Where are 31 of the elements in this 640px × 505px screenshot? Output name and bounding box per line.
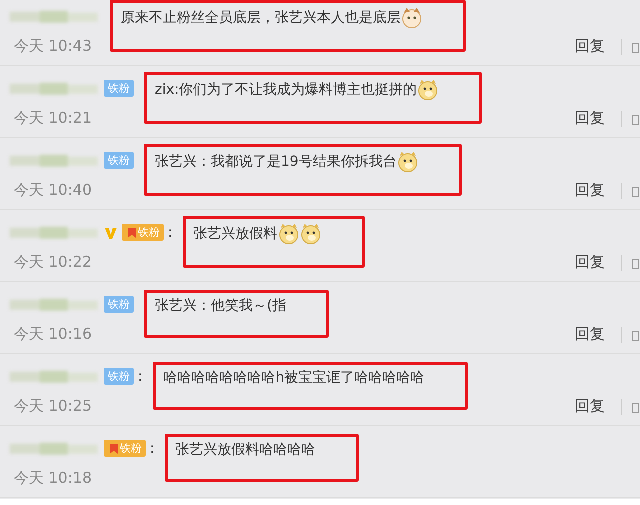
comment-text: 张艺兴放假料哈哈哈哈 [176,440,316,458]
fan-badge: 铁粉 [104,440,146,457]
colon: : [150,440,155,456]
comment-time: 今天 10:22 [14,253,92,272]
comment-time: 今天 10:25 [14,397,92,416]
fan-badge: 铁粉 [104,152,134,169]
comment-text: 张艺兴放假料 [194,224,278,242]
comment-time: 今天 10:21 [14,109,92,128]
fan-badge: 铁粉 [122,224,164,241]
reply-link[interactable]: 回复 [575,37,605,56]
colon: : [138,368,143,384]
comment-text: 哈哈哈哈哈哈哈哈h被宝宝诓了哈哈哈哈哈 [164,368,425,386]
fan-badge: 铁粉 [104,80,134,97]
comment-text: 张艺兴：他笑我～(指 [155,296,286,314]
level-icon [126,226,138,240]
fan-badge: 铁粉 [104,296,134,313]
comment-text: zix:你们为了不让我成为爆料博主也挺拼的 [155,80,418,98]
comment-time: 今天 10:40 [14,181,92,200]
comment-time: 今天 10:16 [14,325,92,344]
comment-time: 今天 10:43 [14,37,92,56]
comment-text: 原来不止粉丝全员底层，张艺兴本人也是底层 [121,8,401,26]
fan-badge: 铁粉 [104,368,134,385]
reply-link[interactable]: 回复 [575,109,605,128]
reply-link[interactable]: 回复 [575,397,605,416]
reply-link[interactable]: 回复 [575,253,605,272]
comment-text: 张艺兴：我都说了是19号结果你拆我台 [155,152,397,170]
reply-link[interactable]: 回复 [575,325,605,344]
level-icon [108,442,120,456]
colon: : [168,224,173,240]
comment-time: 今天 10:18 [14,469,92,488]
reply-link[interactable]: 回复 [575,181,605,200]
